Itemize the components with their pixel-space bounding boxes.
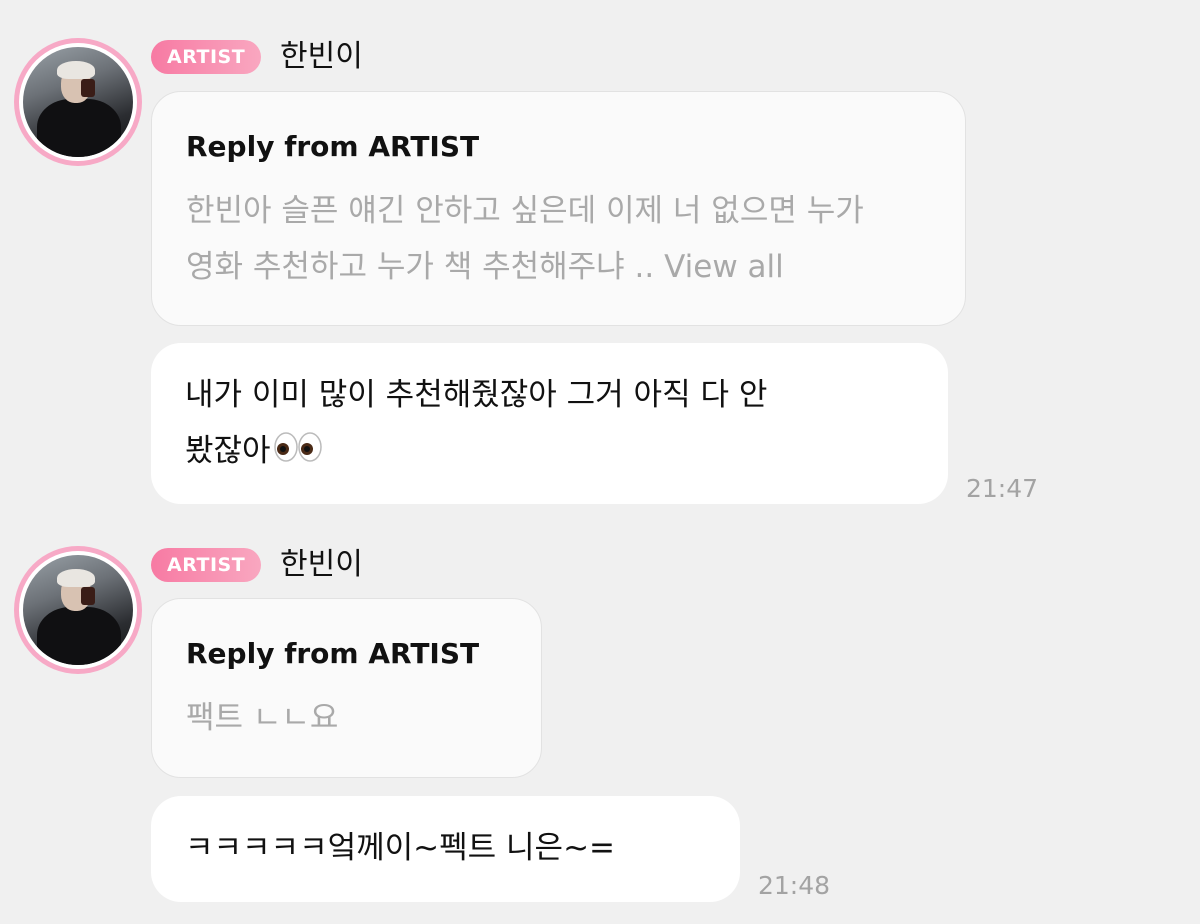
avatar-frame — [19, 551, 137, 669]
message-bubble[interactable]: ㅋㅋㅋㅋㅋ엌께이~펙트 니은~= — [151, 796, 740, 902]
timestamp: 21:47 — [966, 474, 1039, 503]
artist-badge: ARTIST — [151, 548, 262, 582]
eyes-icon — [273, 425, 323, 481]
reply-title: Reply from ARTIST — [186, 130, 480, 163]
artist-badge: ARTIST — [151, 40, 262, 74]
avatar[interactable] — [14, 38, 142, 166]
reply-text-line: 팩트 ㄴㄴ요 — [186, 700, 339, 736]
reply-quote-bubble[interactable]: Reply from ARTIST 한빈아 슬픈 얘긴 안하고 싶은데 이제 너… — [151, 91, 966, 326]
avatar-photo — [23, 47, 133, 157]
sender-name: 한빈이 — [280, 39, 363, 74]
timestamp: 21:48 — [758, 871, 831, 900]
avatar-photo — [23, 555, 133, 665]
reply-text-line[interactable]: 영화 추천하고 누가 책 추천해주냐 .. View all — [186, 239, 931, 295]
message-text: 봤잖아 — [185, 433, 271, 469]
reply-text-line: 한빈아 슬픈 얘긴 안하고 싶은데 이제 너 없으면 누가 — [186, 193, 864, 229]
reply-title: Reply from ARTIST — [186, 637, 480, 670]
avatar[interactable] — [14, 546, 142, 674]
message-text-line: 내가 이미 많이 추천해줬잖아 그거 아직 다 안 — [185, 377, 768, 413]
message-text-line: 봤잖아 — [185, 423, 914, 481]
avatar-frame — [19, 43, 137, 161]
message-bubble[interactable]: 내가 이미 많이 추천해줬잖아 그거 아직 다 안 봤잖아 — [151, 343, 948, 504]
reply-quote-bubble[interactable]: Reply from ARTIST 팩트 ㄴㄴ요 — [151, 598, 542, 778]
message-text-line: ㅋㅋㅋㅋㅋ엌께이~펙트 니은~= — [185, 830, 616, 866]
sender-name: 한빈이 — [280, 547, 363, 582]
